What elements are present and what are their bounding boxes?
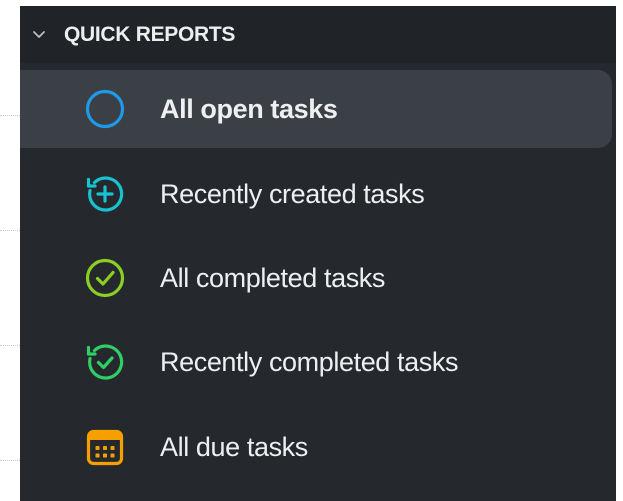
quick-reports-panel: QUICK REPORTS All open tasks Recently cr… [20,6,616,501]
report-item-recently-created-tasks[interactable]: Recently created tasks [20,155,612,233]
background-divider [0,460,20,461]
check-circle-icon [82,255,128,301]
refresh-check-icon [82,339,128,385]
report-label: All due tasks [160,431,308,462]
background-divider [0,115,20,116]
background-divider [0,345,20,346]
calendar-icon [82,424,128,470]
refresh-plus-icon [82,171,128,217]
circle-icon [82,86,128,132]
report-label: All open tasks [160,93,338,124]
report-label: All completed tasks [160,262,385,293]
quick-reports-header[interactable]: QUICK REPORTS [20,6,616,63]
report-item-all-open-tasks[interactable]: All open tasks [20,70,612,148]
report-item-recently-completed-tasks[interactable]: Recently completed tasks [20,323,612,401]
background-divider [0,230,20,231]
chevron-down-icon[interactable] [31,27,47,43]
report-item-all-due-tasks[interactable]: All due tasks [20,408,612,486]
report-item-all-completed-tasks[interactable]: All completed tasks [20,239,612,317]
section-title: QUICK REPORTS [64,22,236,46]
report-label: Recently completed tasks [160,346,459,377]
report-label: Recently created tasks [160,178,425,209]
